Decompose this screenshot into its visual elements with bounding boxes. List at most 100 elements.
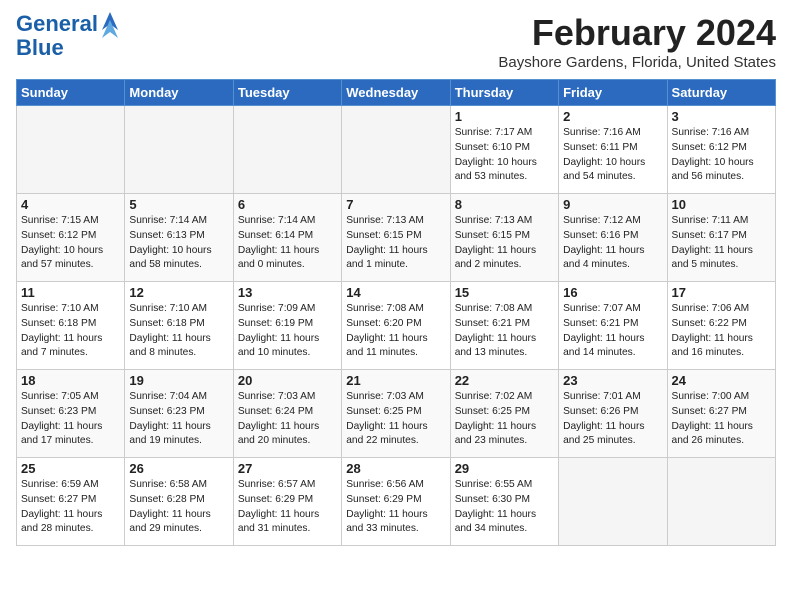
day-number: 25 bbox=[21, 461, 120, 476]
calendar-cell bbox=[233, 106, 341, 194]
day-info: Sunrise: 6:57 AM Sunset: 6:29 PM Dayligh… bbox=[238, 478, 337, 537]
day-number: 21 bbox=[346, 373, 445, 388]
day-number: 23 bbox=[563, 373, 662, 388]
calendar-subtitle: Bayshore Gardens, Florida, United States bbox=[498, 54, 776, 71]
day-number: 24 bbox=[672, 373, 771, 388]
weekday-header: Thursday bbox=[450, 80, 558, 106]
day-info: Sunrise: 7:17 AM Sunset: 6:10 PM Dayligh… bbox=[455, 126, 554, 185]
calendar-cell bbox=[667, 458, 775, 546]
day-info: Sunrise: 7:00 AM Sunset: 6:27 PM Dayligh… bbox=[672, 390, 771, 449]
day-info: Sunrise: 7:10 AM Sunset: 6:18 PM Dayligh… bbox=[21, 302, 120, 361]
day-number: 15 bbox=[455, 285, 554, 300]
calendar-cell: 22 Sunrise: 7:02 AM Sunset: 6:25 PM Dayli… bbox=[450, 370, 558, 458]
day-number: 5 bbox=[129, 197, 228, 212]
weekday-header: Sunday bbox=[17, 80, 125, 106]
day-info: Sunrise: 6:56 AM Sunset: 6:29 PM Dayligh… bbox=[346, 478, 445, 537]
calendar-cell: 9 Sunrise: 7:12 AM Sunset: 6:16 PM Daylig… bbox=[559, 194, 667, 282]
calendar-cell: 6 Sunrise: 7:14 AM Sunset: 6:14 PM Daylig… bbox=[233, 194, 341, 282]
weekday-header: Wednesday bbox=[342, 80, 450, 106]
weekday-header: Monday bbox=[125, 80, 233, 106]
day-number: 20 bbox=[238, 373, 337, 388]
calendar-week-row: 11 Sunrise: 7:10 AM Sunset: 6:18 PM Dayli… bbox=[17, 282, 776, 370]
day-number: 19 bbox=[129, 373, 228, 388]
calendar-cell: 25 Sunrise: 6:59 AM Sunset: 6:27 PM Dayli… bbox=[17, 458, 125, 546]
day-number: 29 bbox=[455, 461, 554, 476]
calendar-cell: 16 Sunrise: 7:07 AM Sunset: 6:21 PM Dayli… bbox=[559, 282, 667, 370]
calendar-cell: 7 Sunrise: 7:13 AM Sunset: 6:15 PM Daylig… bbox=[342, 194, 450, 282]
calendar-header-row: SundayMondayTuesdayWednesdayThursdayFrid… bbox=[17, 80, 776, 106]
day-number: 9 bbox=[563, 197, 662, 212]
calendar-cell: 1Sunrise: 7:17 AM Sunset: 6:10 PM Daylig… bbox=[450, 106, 558, 194]
day-number: 6 bbox=[238, 197, 337, 212]
day-info: Sunrise: 7:07 AM Sunset: 6:21 PM Dayligh… bbox=[563, 302, 662, 361]
day-info: Sunrise: 6:58 AM Sunset: 6:28 PM Dayligh… bbox=[129, 478, 228, 537]
day-info: Sunrise: 6:59 AM Sunset: 6:27 PM Dayligh… bbox=[21, 478, 120, 537]
calendar-cell: 13 Sunrise: 7:09 AM Sunset: 6:19 PM Dayli… bbox=[233, 282, 341, 370]
day-info: Sunrise: 7:01 AM Sunset: 6:26 PM Dayligh… bbox=[563, 390, 662, 449]
calendar-cell: 4 Sunrise: 7:15 AM Sunset: 6:12 PM Daylig… bbox=[17, 194, 125, 282]
day-info: Sunrise: 7:09 AM Sunset: 6:19 PM Dayligh… bbox=[238, 302, 337, 361]
logo-text: General Blue bbox=[16, 12, 98, 60]
calendar-cell: 17 Sunrise: 7:06 AM Sunset: 6:22 PM Dayli… bbox=[667, 282, 775, 370]
day-info: Sunrise: 7:10 AM Sunset: 6:18 PM Dayligh… bbox=[129, 302, 228, 361]
calendar-cell: 23 Sunrise: 7:01 AM Sunset: 6:26 PM Dayli… bbox=[559, 370, 667, 458]
calendar-cell: 19 Sunrise: 7:04 AM Sunset: 6:23 PM Dayli… bbox=[125, 370, 233, 458]
day-number: 4 bbox=[21, 197, 120, 212]
day-info: Sunrise: 7:05 AM Sunset: 6:23 PM Dayligh… bbox=[21, 390, 120, 449]
day-info: Sunrise: 7:16 AM Sunset: 6:11 PM Dayligh… bbox=[563, 126, 662, 185]
calendar-cell: 12 Sunrise: 7:10 AM Sunset: 6:18 PM Dayli… bbox=[125, 282, 233, 370]
calendar-cell: 20Sunrise: 7:03 AM Sunset: 6:24 PM Dayli… bbox=[233, 370, 341, 458]
calendar-week-row: 25 Sunrise: 6:59 AM Sunset: 6:27 PM Dayli… bbox=[17, 458, 776, 546]
logo-icon bbox=[100, 10, 120, 38]
day-number: 12 bbox=[129, 285, 228, 300]
calendar-table: SundayMondayTuesdayWednesdayThursdayFrid… bbox=[16, 79, 776, 546]
day-info: Sunrise: 7:04 AM Sunset: 6:23 PM Dayligh… bbox=[129, 390, 228, 449]
calendar-title: February 2024 bbox=[498, 12, 776, 54]
calendar-cell: 15 Sunrise: 7:08 AM Sunset: 6:21 PM Dayli… bbox=[450, 282, 558, 370]
day-info: Sunrise: 7:08 AM Sunset: 6:20 PM Dayligh… bbox=[346, 302, 445, 361]
calendar-cell: 14 Sunrise: 7:08 AM Sunset: 6:20 PM Dayli… bbox=[342, 282, 450, 370]
calendar-week-row: 18Sunrise: 7:05 AM Sunset: 6:23 PM Dayli… bbox=[17, 370, 776, 458]
day-number: 17 bbox=[672, 285, 771, 300]
day-info: Sunrise: 6:55 AM Sunset: 6:30 PM Dayligh… bbox=[455, 478, 554, 537]
day-number: 28 bbox=[346, 461, 445, 476]
day-info: Sunrise: 7:02 AM Sunset: 6:25 PM Dayligh… bbox=[455, 390, 554, 449]
day-info: Sunrise: 7:06 AM Sunset: 6:22 PM Dayligh… bbox=[672, 302, 771, 361]
calendar-week-row: 4 Sunrise: 7:15 AM Sunset: 6:12 PM Daylig… bbox=[17, 194, 776, 282]
logo: General Blue bbox=[16, 12, 120, 60]
day-info: Sunrise: 7:14 AM Sunset: 6:14 PM Dayligh… bbox=[238, 214, 337, 273]
day-number: 27 bbox=[238, 461, 337, 476]
day-number: 22 bbox=[455, 373, 554, 388]
weekday-header: Saturday bbox=[667, 80, 775, 106]
day-number: 14 bbox=[346, 285, 445, 300]
header: General Blue February 2024 Bayshore Gard… bbox=[16, 12, 776, 71]
calendar-cell: 24 Sunrise: 7:00 AM Sunset: 6:27 PM Dayli… bbox=[667, 370, 775, 458]
calendar-week-row: 1Sunrise: 7:17 AM Sunset: 6:10 PM Daylig… bbox=[17, 106, 776, 194]
day-number: 11 bbox=[21, 285, 120, 300]
day-number: 8 bbox=[455, 197, 554, 212]
day-number: 13 bbox=[238, 285, 337, 300]
calendar-cell: 18Sunrise: 7:05 AM Sunset: 6:23 PM Dayli… bbox=[17, 370, 125, 458]
day-info: Sunrise: 7:12 AM Sunset: 6:16 PM Dayligh… bbox=[563, 214, 662, 273]
day-number: 16 bbox=[563, 285, 662, 300]
day-info: Sunrise: 7:08 AM Sunset: 6:21 PM Dayligh… bbox=[455, 302, 554, 361]
day-number: 7 bbox=[346, 197, 445, 212]
calendar-cell: 11 Sunrise: 7:10 AM Sunset: 6:18 PM Dayli… bbox=[17, 282, 125, 370]
title-block: February 2024 Bayshore Gardens, Florida,… bbox=[498, 12, 776, 71]
calendar-cell: 26Sunrise: 6:58 AM Sunset: 6:28 PM Dayli… bbox=[125, 458, 233, 546]
day-info: Sunrise: 7:15 AM Sunset: 6:12 PM Dayligh… bbox=[21, 214, 120, 273]
calendar-cell bbox=[559, 458, 667, 546]
calendar-cell: 2Sunrise: 7:16 AM Sunset: 6:11 PM Daylig… bbox=[559, 106, 667, 194]
calendar-cell: 8Sunrise: 7:13 AM Sunset: 6:15 PM Daylig… bbox=[450, 194, 558, 282]
day-info: Sunrise: 7:13 AM Sunset: 6:15 PM Dayligh… bbox=[346, 214, 445, 273]
day-number: 10 bbox=[672, 197, 771, 212]
calendar-cell: 21Sunrise: 7:03 AM Sunset: 6:25 PM Dayli… bbox=[342, 370, 450, 458]
calendar-cell: 28 Sunrise: 6:56 AM Sunset: 6:29 PM Dayli… bbox=[342, 458, 450, 546]
day-number: 3 bbox=[672, 109, 771, 124]
calendar-cell bbox=[342, 106, 450, 194]
calendar-cell: 5 Sunrise: 7:14 AM Sunset: 6:13 PM Daylig… bbox=[125, 194, 233, 282]
day-info: Sunrise: 7:14 AM Sunset: 6:13 PM Dayligh… bbox=[129, 214, 228, 273]
logo-line2: Blue bbox=[16, 36, 98, 60]
day-info: Sunrise: 7:16 AM Sunset: 6:12 PM Dayligh… bbox=[672, 126, 771, 185]
weekday-header: Friday bbox=[559, 80, 667, 106]
